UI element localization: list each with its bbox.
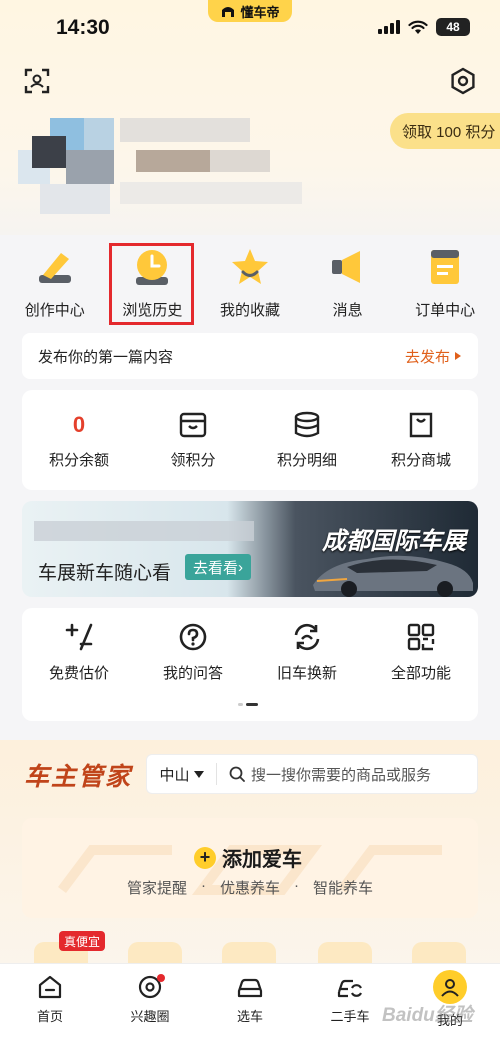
feature-separator: ·: [200, 877, 206, 894]
feature-separator: ·: [294, 877, 299, 894]
tool-all-functions[interactable]: 全部功能: [364, 622, 478, 721]
car-icon: [237, 978, 263, 998]
search-input[interactable]: 搜一搜你需要的商品或服务: [217, 764, 431, 785]
city-selector[interactable]: 中山: [147, 763, 217, 785]
notification-dot: [157, 974, 165, 982]
tool-my-qa[interactable]: 我的问答: [136, 622, 250, 721]
publish-link[interactable]: 去发布: [405, 346, 462, 367]
quick-item-favorites[interactable]: 我的收藏: [205, 240, 295, 330]
watermark: Baidu经验: [382, 1005, 473, 1026]
search-placeholder: 搜一搜你需要的商品或服务: [251, 766, 432, 784]
grid-icon: [407, 623, 435, 651]
add-car-label: 添加爱车: [222, 849, 302, 871]
feature-smart-maintenance: 智能养车: [313, 880, 374, 897]
quick-actions: 创作中心 浏览历史 我的收藏 消息 订单中心: [0, 240, 500, 330]
quick-item-label: 订单中心: [415, 302, 476, 319]
order-icon: [431, 250, 460, 284]
points-detail[interactable]: 积分明细: [250, 390, 364, 490]
trade-in-icon: [294, 623, 320, 651]
gift-box-icon: [179, 412, 207, 437]
points-balance[interactable]: 0 积分余额: [22, 390, 136, 490]
wifi-icon: [408, 20, 428, 34]
points-card: 0 积分余额 领积分 积分明细 积分商城: [22, 390, 478, 490]
brand-pill: 懂车帝: [208, 0, 292, 22]
claim-points-label: 领积分: [170, 451, 216, 469]
quick-item-label: 创作中心: [24, 302, 85, 319]
points-detail-label: 积分明细: [276, 451, 337, 469]
quick-item-label: 消息: [332, 302, 363, 319]
add-car-button[interactable]: + 添加爱车: [194, 843, 302, 872]
tool-label: 全部功能: [390, 665, 451, 682]
banner-go-label: 去看看: [193, 559, 239, 577]
question-icon: [179, 623, 207, 651]
tab-label: 首页: [36, 1009, 63, 1024]
tab-label: 二手车: [330, 1009, 370, 1024]
page-indicator: [238, 703, 258, 706]
publish-link-label: 去发布: [404, 348, 450, 366]
feature-reminder: 管家提醒: [126, 880, 187, 897]
publish-bar[interactable]: 发布你的第一篇内容 去发布: [22, 333, 478, 379]
quick-item-creation[interactable]: 创作中心: [10, 240, 100, 330]
city-label: 中山: [159, 766, 190, 784]
used-car-icon: [337, 979, 362, 998]
home-icon: [38, 975, 62, 999]
owner-logo: 车主管家: [24, 763, 133, 791]
status-time: 14:30: [56, 16, 110, 39]
tab-home[interactable]: 首页: [0, 964, 100, 1051]
settings-icon[interactable]: [448, 66, 478, 96]
brand-logo-icon: [222, 7, 235, 17]
service-search[interactable]: 中山 搜一搜你需要的商品或服务: [146, 754, 478, 794]
points-mall-label: 积分商城: [390, 451, 451, 469]
claim-points-button[interactable]: 领取 100 积分: [390, 113, 500, 149]
caret-down-icon: [193, 770, 204, 778]
points-balance-value: 0: [72, 411, 86, 437]
scan-icon[interactable]: [22, 66, 52, 96]
banner-go-button[interactable]: 去看看 ›: [185, 554, 252, 580]
publish-prompt: 发布你的第一篇内容: [38, 348, 174, 366]
shopping-bag-icon: [409, 412, 433, 437]
brand-name: 懂车帝: [240, 4, 280, 20]
tab-label: 兴趣圈: [130, 1009, 170, 1024]
status-icons: 48: [378, 18, 470, 36]
tab-select-car[interactable]: 选车: [200, 964, 300, 1051]
quick-item-orders[interactable]: 订单中心: [400, 240, 490, 330]
estimate-icon: [65, 623, 93, 651]
auto-show-banner[interactable]: 车展新车随心看 去看看 › 成都国际车展: [22, 501, 478, 597]
search-icon: [229, 766, 245, 782]
points-mall[interactable]: 积分商城: [364, 390, 478, 490]
pen-icon: [38, 253, 71, 283]
cheap-tag: 真便宜: [59, 931, 106, 951]
points-balance-label: 积分余额: [48, 451, 109, 469]
tool-label: 免费估价: [48, 665, 109, 682]
quick-item-label: 我的收藏: [219, 302, 280, 319]
tool-label: 我的问答: [162, 665, 223, 682]
tab-interest[interactable]: 兴趣圈: [100, 964, 200, 1051]
claim-points[interactable]: 领积分: [136, 390, 250, 490]
tool-label: 旧车换新: [276, 665, 337, 682]
banner-title: 车展新车随心看: [38, 563, 172, 584]
triangle-right-icon: [455, 352, 461, 360]
signal-icon: [378, 20, 400, 34]
megaphone-icon: [331, 251, 360, 283]
tab-label: 选车: [236, 1009, 263, 1024]
highlight-annotation: [109, 243, 194, 325]
chevron-right-icon: ›: [238, 558, 244, 576]
add-car-features: 管家提醒 · 优惠养车 · 智能养车: [22, 877, 478, 898]
plus-icon: +: [194, 846, 216, 869]
battery-icon: 48: [436, 18, 470, 36]
quick-item-messages[interactable]: 消息: [303, 240, 393, 330]
profile-icon: [433, 970, 467, 1004]
coin-stack-icon: [294, 411, 320, 437]
tool-trade-in[interactable]: 旧车换新: [250, 622, 364, 721]
feature-maintenance-deals: 优惠养车: [219, 880, 280, 897]
tool-free-estimate[interactable]: 免费估价: [22, 622, 136, 721]
banner-event-title: 成都国际车展: [322, 528, 466, 555]
star-icon: [231, 249, 268, 284]
